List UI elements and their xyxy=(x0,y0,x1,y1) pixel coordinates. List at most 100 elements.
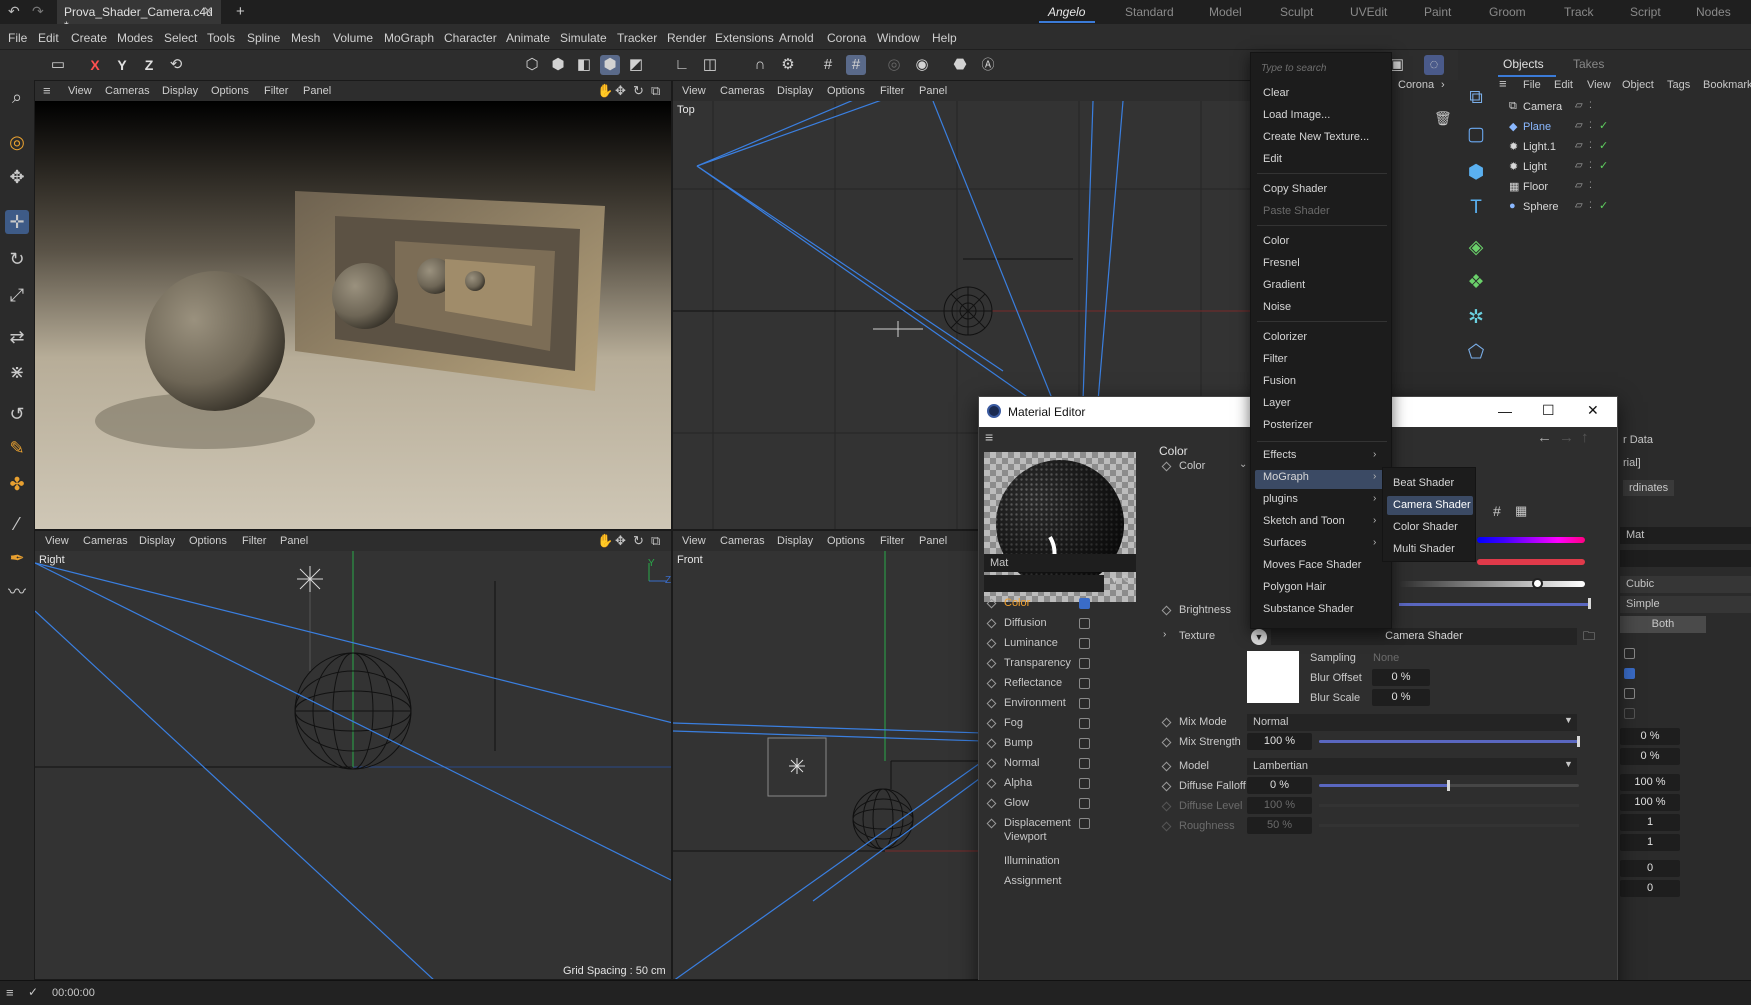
objects-menu-bookmarks[interactable]: Bookmarks xyxy=(1703,79,1751,91)
viewport-menu-options[interactable]: Options xyxy=(189,535,227,547)
object-row[interactable]: ▦ Floor ▱ ⁚ xyxy=(1493,178,1751,196)
paint-icon[interactable]: ✒ xyxy=(5,546,29,570)
magnet-icon[interactable]: ∩ xyxy=(750,55,770,75)
mix-strength-field[interactable]: 100 % xyxy=(1247,733,1312,750)
polygons-mode-icon[interactable]: ◧ xyxy=(574,55,594,75)
select-live-icon[interactable]: ◎ xyxy=(5,130,29,154)
menu-mesh[interactable]: Mesh xyxy=(291,31,320,45)
viewport-menu-panel[interactable]: Panel xyxy=(280,535,308,547)
rotate-view-icon[interactable]: ↻ xyxy=(633,533,644,549)
objects-menu-view[interactable]: View xyxy=(1587,79,1611,91)
perspective-viewport[interactable]: ≡ View Cameras Display Options Filter Pa… xyxy=(34,80,672,530)
saturation-slider[interactable] xyxy=(1477,559,1585,565)
objects-menu-object[interactable]: Object xyxy=(1622,79,1654,91)
texture-preview[interactable] xyxy=(1247,651,1299,703)
attr-tab-data[interactable]: r Data xyxy=(1623,434,1653,446)
viewport-menu-cameras[interactable]: Cameras xyxy=(720,85,765,97)
channel-diamond-icon[interactable] xyxy=(986,618,997,629)
layout-track[interactable]: Track xyxy=(1564,5,1594,19)
model-mode-icon[interactable]: ⬢ xyxy=(600,55,620,75)
maximize-icon[interactable]: ☐ xyxy=(1542,402,1555,419)
layout-sculpt[interactable]: Sculpt xyxy=(1280,5,1313,19)
attr-checkbox-2[interactable] xyxy=(1624,668,1635,679)
channel-diamond-icon[interactable] xyxy=(986,758,997,769)
move-view-icon[interactable]: ✥ xyxy=(615,83,626,99)
menu-item-colorizer[interactable]: Colorizer xyxy=(1263,331,1307,343)
knife-icon[interactable]: ⁄ xyxy=(5,512,29,536)
arnold-icon[interactable]: Ⓐ xyxy=(978,55,998,75)
channel-diamond-icon[interactable] xyxy=(986,818,997,829)
attr-mode-field[interactable]: Simple xyxy=(1620,596,1751,613)
submenu-item-camera-shader[interactable]: Camera Shader xyxy=(1393,499,1471,511)
viewport-menu-display[interactable]: Display xyxy=(139,535,175,547)
texture-menu-button[interactable]: ▼ xyxy=(1251,629,1267,645)
menu-volume[interactable]: Volume xyxy=(333,31,373,45)
channel-diamond-icon[interactable] xyxy=(986,658,997,669)
tweak-mode-icon[interactable]: ◫ xyxy=(700,55,720,75)
channel-checkbox[interactable] xyxy=(1079,658,1090,669)
menu-render[interactable]: Render xyxy=(667,31,706,45)
visibility-dots-icon[interactable]: ⁚ xyxy=(1589,120,1592,131)
menu-spline[interactable]: Spline xyxy=(247,31,280,45)
channel-label[interactable]: Environment xyxy=(1004,697,1066,709)
channel-label[interactable]: Normal xyxy=(1004,757,1039,769)
diffuse-falloff-slider[interactable] xyxy=(1319,780,1579,791)
object-name[interactable]: Floor xyxy=(1523,181,1548,193)
brightness-slider[interactable] xyxy=(1399,603,1589,606)
viewport-menu-panel[interactable]: Panel xyxy=(919,85,947,97)
channel-label[interactable]: Alpha xyxy=(1004,777,1032,789)
attr-empty-field[interactable] xyxy=(1620,550,1751,567)
slider-knob[interactable] xyxy=(1447,780,1450,791)
viewport-menu-panel[interactable]: Panel xyxy=(919,535,947,547)
mix-strength-slider[interactable] xyxy=(1319,736,1580,747)
visibility-dots-icon[interactable]: ⁚ xyxy=(1589,100,1592,111)
viewport-menu-view[interactable]: View xyxy=(45,535,69,547)
object-row[interactable]: ● Sphere ▱ ⁚ ✓ xyxy=(1493,198,1751,216)
layout-paint[interactable]: Paint xyxy=(1424,5,1451,19)
menu-item-posterizer[interactable]: Posterizer xyxy=(1263,419,1313,431)
viewport-menu-view[interactable]: View xyxy=(682,85,706,97)
viewport-menu-display[interactable]: Display xyxy=(777,535,813,547)
submenu-item-beat-shader[interactable]: Beat Shader xyxy=(1393,477,1454,489)
tab-objects[interactable]: Objects xyxy=(1503,57,1544,71)
menu-item-gradient[interactable]: Gradient xyxy=(1263,279,1305,291)
menu-tracker[interactable]: Tracker xyxy=(617,31,657,45)
hamburger-icon[interactable]: ≡ xyxy=(6,985,14,1000)
menu-item-fusion[interactable]: Fusion xyxy=(1263,375,1296,387)
value-slider-knob[interactable] xyxy=(1532,578,1543,589)
attr-checkbox-4[interactable] xyxy=(1624,708,1635,719)
edges-mode-icon[interactable]: ⬢ xyxy=(548,55,568,75)
points-mode-icon[interactable]: ⬡ xyxy=(522,55,542,75)
generator-icon[interactable]: ◈ xyxy=(1463,235,1489,261)
up-arrow-icon[interactable]: ↑ xyxy=(1581,429,1589,446)
slider-knob[interactable] xyxy=(1577,736,1580,747)
channel-checkbox[interactable] xyxy=(1079,818,1090,829)
search-icon[interactable]: ⌕ xyxy=(5,85,29,109)
diffuse-falloff-field[interactable]: 0 % xyxy=(1247,777,1312,794)
channel-diamond-icon[interactable] xyxy=(986,718,997,729)
layer-icon[interactable]: ▱ xyxy=(1575,200,1583,211)
viewport-menu-cameras[interactable]: Cameras xyxy=(83,535,128,547)
close-icon[interactable]: ✕ xyxy=(1587,402,1599,419)
lock-z-axis-button[interactable]: Z xyxy=(139,55,159,75)
object-name[interactable]: Camera xyxy=(1523,101,1562,113)
render-region-icon[interactable]: ◎ xyxy=(884,55,904,75)
menu-edit[interactable]: Edit xyxy=(38,31,59,45)
front-viewport[interactable]: View Cameras Display Options Filter Pane… xyxy=(672,530,982,980)
attr-value-field[interactable]: 0 xyxy=(1620,880,1680,897)
eyedropper-icon[interactable]: ✎ xyxy=(1121,572,1132,588)
rotate-tool-icon[interactable]: ↻ xyxy=(5,247,29,271)
viewport-menu-options[interactable]: Options xyxy=(211,85,249,97)
document-tab[interactable]: Prova_Shader_Camera.c4d * ✕ xyxy=(57,0,221,33)
viewport-menu-cameras[interactable]: Cameras xyxy=(720,535,765,547)
menu-item-fresnel[interactable]: Fresnel xyxy=(1263,257,1300,269)
texture-shader-field[interactable]: Camera Shader xyxy=(1271,628,1577,645)
move-view-icon[interactable]: ✥ xyxy=(615,533,626,549)
forward-arrow-icon[interactable]: → xyxy=(1559,429,1574,446)
menu-help[interactable]: Help xyxy=(932,31,957,45)
menu-item-mograph[interactable]: MoGraph xyxy=(1263,471,1309,483)
close-tab-icon[interactable]: ✕ xyxy=(203,4,213,18)
menu-file[interactable]: File xyxy=(8,31,27,45)
coordinate-system-icon[interactable]: ⟲ xyxy=(166,55,186,75)
render-settings-icon[interactable]: ⬣ xyxy=(950,55,970,75)
